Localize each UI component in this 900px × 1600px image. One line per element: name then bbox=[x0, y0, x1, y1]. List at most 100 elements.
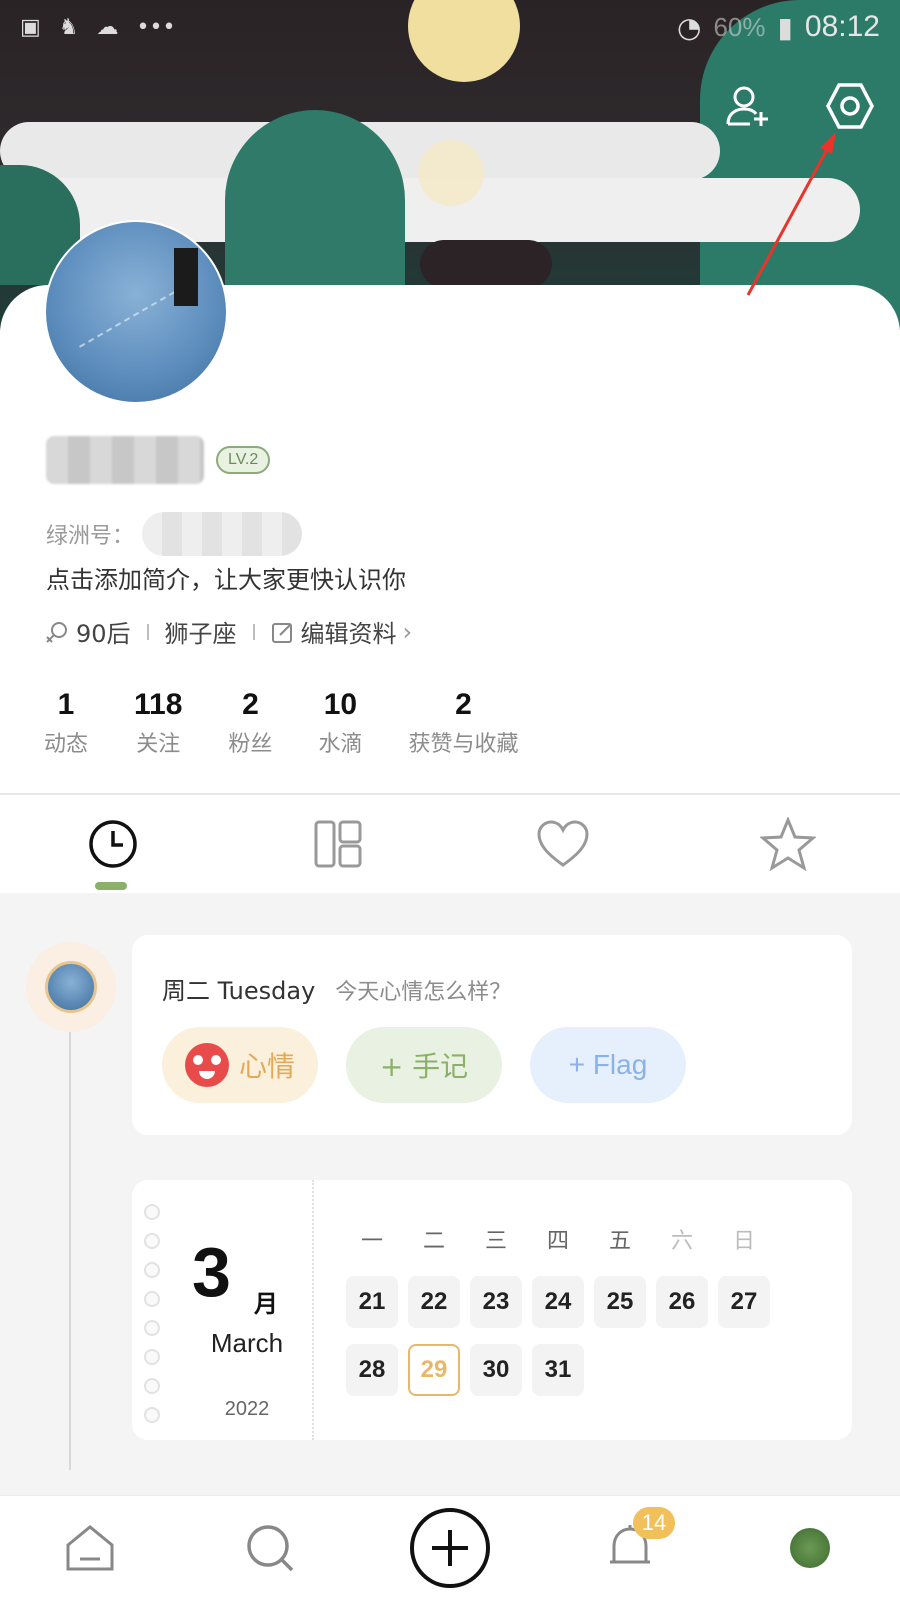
calendar-day[interactable]: 26 bbox=[656, 1276, 708, 1328]
mood-button[interactable]: 心情 bbox=[162, 1027, 318, 1103]
annotation-arrow bbox=[746, 132, 836, 296]
calendar-day[interactable]: 24 bbox=[532, 1276, 584, 1328]
month-cn: 月 bbox=[254, 1290, 278, 1318]
edit-profile-link[interactable]: 编辑资料 › bbox=[271, 614, 413, 649]
add-note-button[interactable]: + 手记 bbox=[346, 1027, 502, 1103]
year: 2022 bbox=[224, 1398, 270, 1420]
calendar-day[interactable]: 22 bbox=[408, 1276, 460, 1328]
weekday-label: 一 bbox=[360, 1229, 383, 1254]
weekday-label: 日 bbox=[732, 1229, 755, 1254]
profile-avatar-icon bbox=[790, 1528, 830, 1568]
month-en: March bbox=[210, 1328, 284, 1358]
nav-notifications[interactable]: 14 bbox=[585, 1503, 675, 1593]
age-tag: 90后 bbox=[44, 614, 131, 649]
chevron-right-icon: › bbox=[402, 617, 413, 646]
stat-followers[interactable]: 2 粉丝 bbox=[228, 688, 272, 758]
stat-likes[interactable]: 2 获赞与收藏 bbox=[408, 688, 518, 758]
add-flag-button[interactable]: + Flag bbox=[530, 1027, 686, 1103]
status-bar: ▣ ♞ ☁ ••• ◔ 60% ▮ 08:12 bbox=[0, 0, 900, 54]
stat-number: 1 bbox=[57, 688, 75, 721]
timeline-line bbox=[69, 1030, 71, 1470]
stat-following[interactable]: 118 关注 bbox=[134, 688, 182, 758]
month-number: 3 bbox=[192, 1233, 231, 1311]
hexagon-gear-icon bbox=[826, 83, 874, 129]
more-icon: ••• bbox=[136, 14, 176, 40]
avatar[interactable] bbox=[44, 220, 228, 404]
timeline-avatar bbox=[26, 942, 116, 1032]
zodiac-tag: 狮子座 bbox=[164, 620, 237, 648]
weekday-label: 六 bbox=[670, 1229, 693, 1254]
add-note-label: + 手记 bbox=[379, 1050, 469, 1083]
banner-small-moon bbox=[418, 140, 484, 206]
calendar-day[interactable]: 23 bbox=[470, 1276, 522, 1328]
calendar-day[interactable]: 31 bbox=[532, 1344, 584, 1396]
oasis-id-label: 绿洲号： bbox=[46, 524, 135, 549]
nav-search[interactable] bbox=[225, 1503, 315, 1593]
divider bbox=[312, 1180, 314, 1440]
cloud-icon: ☁ bbox=[96, 14, 119, 40]
status-time: 08:12 bbox=[804, 10, 880, 43]
binder-holes bbox=[144, 1204, 160, 1423]
stat-label: 获赞与收藏 bbox=[408, 732, 519, 757]
weekday-label: 五 bbox=[608, 1229, 631, 1254]
calendar-day[interactable]: 21 bbox=[346, 1276, 398, 1328]
nav-home[interactable] bbox=[45, 1503, 135, 1593]
gallery-icon: ▣ bbox=[20, 14, 41, 40]
weekday-label: 二 bbox=[422, 1229, 445, 1254]
person-add-icon bbox=[726, 86, 768, 126]
stat-posts[interactable]: 1 动态 bbox=[44, 688, 88, 758]
battery-icon: ▮ bbox=[777, 10, 793, 44]
stat-number: 10 bbox=[323, 688, 358, 721]
bottom-nav: 14 bbox=[0, 1495, 900, 1600]
plus-icon bbox=[432, 1530, 468, 1566]
mood-prompt: 今天心情怎么样？ bbox=[335, 980, 512, 1005]
calendar-grid: 一 二 三 四 五 六 日 21 22 23 24 25 26 27 28 29… bbox=[346, 1224, 770, 1396]
nav-create[interactable] bbox=[405, 1503, 495, 1593]
tab-likes[interactable] bbox=[523, 804, 603, 884]
content-tabs bbox=[0, 795, 900, 893]
star-icon bbox=[759, 817, 816, 871]
search-icon bbox=[247, 1525, 294, 1572]
age-label: 90后 bbox=[76, 620, 131, 648]
bio-prompt[interactable]: 点击添加简介，让大家更快认识你 bbox=[46, 560, 406, 595]
weekday-label: 四 bbox=[546, 1229, 569, 1254]
tab-grid[interactable] bbox=[298, 804, 378, 884]
battery-level: 60% bbox=[713, 11, 766, 42]
add-flag-label: + Flag bbox=[568, 1049, 648, 1080]
gender-icon bbox=[46, 621, 67, 643]
settings-button[interactable] bbox=[824, 80, 876, 132]
divider bbox=[252, 623, 255, 640]
mood-button-label: 心情 bbox=[238, 1050, 295, 1083]
add-friend-button[interactable] bbox=[722, 80, 774, 132]
level-badge: LV.2 bbox=[216, 446, 271, 474]
stat-label: 动态 bbox=[44, 732, 89, 757]
calendar-day[interactable]: 27 bbox=[718, 1276, 770, 1328]
wifi-icon: ◔ bbox=[677, 10, 702, 44]
calendar-day-today[interactable]: 29 bbox=[408, 1344, 460, 1396]
edit-icon bbox=[271, 622, 292, 643]
tab-favorites[interactable] bbox=[748, 804, 828, 884]
stat-label: 水滴 bbox=[318, 732, 363, 757]
mood-face-icon bbox=[184, 1043, 229, 1087]
weekday-label: 三 bbox=[484, 1229, 507, 1254]
stat-number: 118 bbox=[134, 688, 183, 721]
mood-day: 周二 Tuesday bbox=[162, 977, 316, 1005]
notification-badge: 14 bbox=[633, 1507, 675, 1539]
home-icon bbox=[66, 1525, 114, 1571]
calendar-day[interactable]: 30 bbox=[470, 1344, 522, 1396]
stat-number: 2 bbox=[242, 688, 259, 721]
calendar-day[interactable]: 25 bbox=[594, 1276, 646, 1328]
tab-timeline[interactable] bbox=[73, 804, 153, 890]
banner-dark-shape bbox=[420, 240, 552, 288]
app-icon: ♞ bbox=[58, 14, 79, 40]
stat-droplets[interactable]: 10 水滴 bbox=[318, 688, 362, 758]
clock-icon bbox=[88, 820, 137, 868]
calendar-day[interactable]: 28 bbox=[346, 1344, 398, 1396]
calendar-card: 3 月 March 2022 一 二 三 四 五 六 日 21 22 23 24… bbox=[132, 1180, 852, 1440]
nav-profile[interactable] bbox=[765, 1503, 855, 1593]
active-tab-indicator bbox=[94, 882, 127, 890]
username-blurred bbox=[46, 436, 204, 484]
stat-label: 粉丝 bbox=[228, 732, 273, 757]
oasis-id-blurred bbox=[142, 512, 303, 556]
mood-card: 周二 Tuesday 今天心情怎么样？ 心情 + 手记 + Flag bbox=[132, 935, 852, 1135]
